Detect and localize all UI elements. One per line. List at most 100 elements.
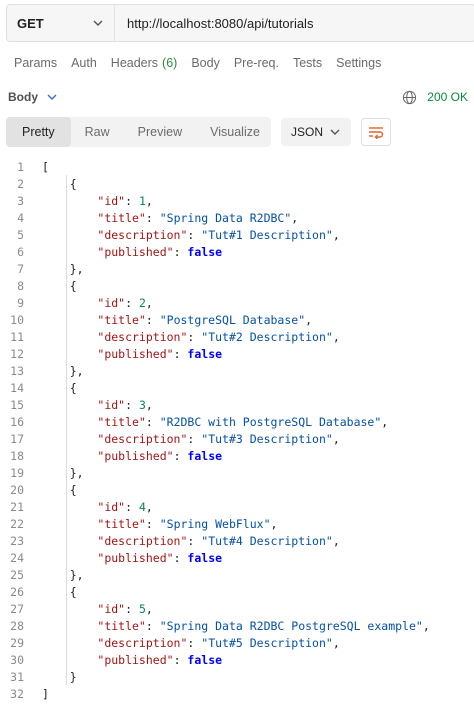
- chevron-down-icon: [93, 20, 103, 26]
- view-raw[interactable]: Raw: [71, 117, 124, 147]
- code-text: "published": false: [97, 244, 223, 259]
- chevron-down-icon: [330, 129, 340, 135]
- json-value: "Spring Data R2DBC": [159, 210, 292, 225]
- line-number: 15: [10, 397, 24, 412]
- code-text: [: [42, 159, 49, 174]
- code-line: 32]: [0, 685, 474, 702]
- line-number: 29: [10, 635, 24, 650]
- code-line: 30 "published": false: [0, 651, 474, 668]
- line-number: 8: [17, 278, 24, 293]
- json-value: "Tut#5 Description": [201, 635, 333, 650]
- format-select[interactable]: JSON: [281, 118, 351, 146]
- line-number: 14: [10, 380, 24, 395]
- code-line: 20 {: [0, 481, 474, 498]
- wrap-lines-button[interactable]: [361, 118, 391, 146]
- line-number: 30: [10, 652, 24, 667]
- line-number: 21: [10, 499, 24, 514]
- url-text: http://localhost:8080/api/tutorials: [127, 15, 314, 31]
- line-number: 19: [10, 465, 24, 480]
- tab-auth[interactable]: Auth: [71, 56, 97, 70]
- code-text: {: [42, 278, 77, 293]
- tab-body[interactable]: Body: [191, 56, 220, 70]
- tab-settings[interactable]: Settings: [336, 56, 381, 70]
- line-number: 4: [17, 210, 24, 225]
- view-preview[interactable]: Preview: [124, 117, 196, 147]
- json-value: false: [187, 346, 223, 361]
- chevron-down-icon: [47, 94, 57, 100]
- code-line: 24 "published": false: [0, 549, 474, 566]
- line-number: 16: [10, 414, 24, 429]
- view-pretty[interactable]: Pretty: [6, 117, 71, 147]
- code-line: 11 "description": "Tut#2 Description",: [0, 328, 474, 345]
- line-number: 9: [17, 295, 24, 310]
- line-number: 26: [10, 584, 24, 599]
- code-text: }: [42, 669, 77, 684]
- line-number: 20: [10, 482, 24, 497]
- tab-headers-label: Headers: [110, 56, 159, 70]
- line-number: 25: [10, 567, 24, 582]
- line-number: 28: [10, 618, 24, 633]
- request-tabs: Params Auth Headers (6) Body Pre-req. Tes…: [14, 56, 395, 70]
- code-text: "id": 4,: [97, 499, 153, 514]
- code-line: 6 "published": false: [0, 243, 474, 260]
- json-value: 2: [138, 295, 146, 310]
- response-section-label: Body: [8, 90, 38, 104]
- code-text: "id": 1,: [97, 193, 153, 208]
- response-section-select[interactable]: Body: [8, 90, 58, 104]
- format-label: JSON: [291, 125, 324, 139]
- line-number: 3: [17, 193, 24, 208]
- line-number: 11: [10, 329, 24, 344]
- code-text: "title": "PostgreSQL Database",: [97, 312, 313, 327]
- code-text: {: [42, 584, 77, 599]
- json-value: "Spring WebFlux": [159, 516, 271, 531]
- code-text: "published": false: [97, 550, 223, 565]
- code-text: },: [42, 465, 84, 480]
- code-line: 28 "title": "Spring Data R2DBC PostgreSQ…: [0, 617, 474, 634]
- code-line: 18 "published": false: [0, 447, 474, 464]
- tab-pre-request[interactable]: Pre-req.: [234, 56, 279, 70]
- line-number: 18: [10, 448, 24, 463]
- wrap-lines-icon: [369, 127, 384, 139]
- code-text: "published": false: [97, 652, 223, 667]
- code-line: 25 },: [0, 566, 474, 583]
- method-label: GET: [17, 15, 44, 31]
- code-text: "id": 3,: [97, 397, 153, 412]
- code-text: "id": 2,: [97, 295, 153, 310]
- globe-icon[interactable]: [402, 90, 417, 105]
- json-value: 3: [138, 397, 146, 412]
- code-line: 19 },: [0, 464, 474, 481]
- json-value: "Tut#4 Description": [201, 533, 333, 548]
- code-text: "description": "Tut#1 Description",: [97, 227, 340, 242]
- code-line: 17 "description": "Tut#3 Description",: [0, 430, 474, 447]
- code-line: 2 {: [0, 175, 474, 192]
- line-number: 24: [10, 550, 24, 565]
- line-number: 22: [10, 516, 24, 531]
- code-line: 13 },: [0, 362, 474, 379]
- url-input[interactable]: http://localhost:8080/api/tutorials: [115, 5, 474, 41]
- code-text: },: [42, 363, 84, 378]
- tab-tests[interactable]: Tests: [293, 56, 322, 70]
- json-value: 1: [138, 193, 146, 208]
- code-line: 8 {: [0, 277, 474, 294]
- json-value: false: [187, 244, 223, 259]
- code-text: "description": "Tut#4 Description",: [97, 533, 340, 548]
- code-text: },: [42, 261, 84, 276]
- json-value: false: [187, 448, 223, 463]
- code-line: 4 "title": "Spring Data R2DBC",: [0, 209, 474, 226]
- line-number: 27: [10, 601, 24, 616]
- code-line: 29 "description": "Tut#5 Description",: [0, 634, 474, 651]
- code-line: 31 }: [0, 668, 474, 685]
- line-number: 23: [10, 533, 24, 548]
- json-value: "Tut#1 Description": [201, 227, 333, 242]
- code-text: "id": 5,: [97, 601, 153, 616]
- json-value: 5: [138, 601, 146, 616]
- tab-params[interactable]: Params: [14, 56, 57, 70]
- code-line: 12 "published": false: [0, 345, 474, 362]
- code-line: 22 "title": "Spring WebFlux",: [0, 515, 474, 532]
- view-visualize[interactable]: Visualize: [196, 117, 274, 147]
- code-line: 21 "id": 4,: [0, 498, 474, 515]
- status-badge[interactable]: 200 OK: [427, 90, 468, 104]
- method-select[interactable]: GET: [7, 5, 115, 41]
- tab-headers[interactable]: Headers (6): [111, 56, 178, 70]
- json-value: "PostgreSQL Database": [159, 312, 306, 327]
